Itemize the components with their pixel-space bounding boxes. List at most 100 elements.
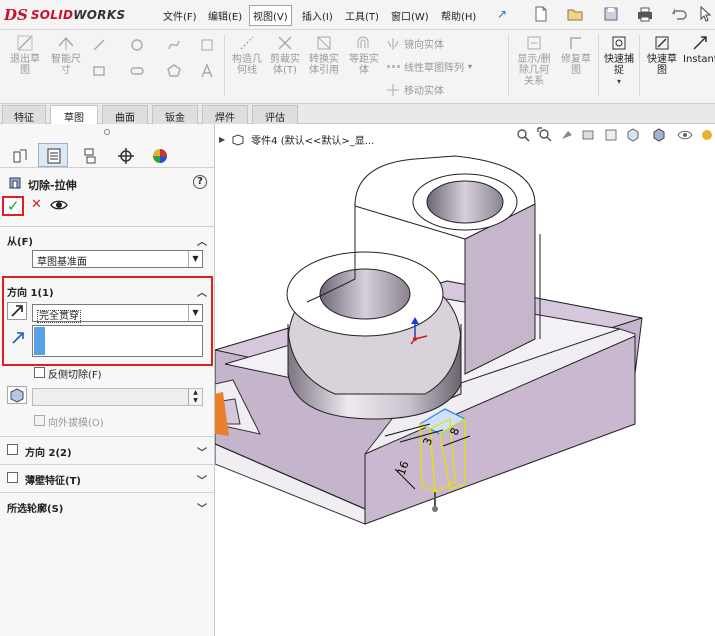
tab-surfaces[interactable]: 曲面 [102, 105, 148, 124]
ok-button[interactable]: ✓ [2, 196, 24, 216]
convert-entities-button[interactable]: 转换实 体引用 [304, 34, 344, 76]
chevron-down-icon: ▾ [468, 62, 473, 71]
selection-marker [34, 327, 45, 355]
preview-eye-icon[interactable] [50, 197, 68, 213]
separator [508, 34, 509, 96]
logo-prefix: DS [4, 6, 28, 24]
menu-insert[interactable]: 插入(I) [299, 7, 336, 24]
exit-sketch-icon [16, 34, 34, 52]
construction-geometry-icon [238, 34, 256, 52]
cancel-button[interactable]: ✕ [31, 197, 42, 212]
view-orientation-icon[interactable] [625, 127, 641, 143]
solidworks-window: DS SOLIDWORKS 文件(F) 编辑(E) 视图(V) 插入(I) 工具… [0, 0, 715, 636]
feature-tree-flyout[interactable]: ▶ 零件4 (默认<<默认>_显... [219, 132, 374, 147]
lower-hole [319, 268, 411, 320]
zoom-area-icon[interactable] [537, 127, 553, 143]
rapid-sketch-button[interactable]: 快速草 图 [642, 34, 682, 76]
from-start-condition-select[interactable]: 草图基准面 ▼ [32, 250, 203, 268]
expand-icon[interactable]: ▶ [219, 135, 225, 144]
mirror-icon [386, 37, 400, 51]
draft-icon [10, 388, 24, 403]
separator [639, 34, 640, 96]
graphics-area[interactable]: 16 3 8 ▶ 零件4 (默认<<默认>_显... [215, 124, 715, 636]
circle-icon[interactable] [130, 38, 144, 52]
mirror-entities-button[interactable]: 镜向实体 [386, 36, 444, 51]
move-entities-button[interactable]: 移动实体 [386, 82, 444, 97]
construction-geometry-button[interactable]: 构造几 何线 [227, 34, 267, 76]
selected-contours-group-header[interactable]: 所选轮廓(S) ﹀ [5, 497, 210, 515]
reverse-arrow-icon [11, 305, 23, 317]
menu-window[interactable]: 窗口(W) [388, 7, 432, 24]
tab-property-manager[interactable] [38, 143, 68, 167]
panel-grip[interactable] [104, 129, 110, 135]
property-icon [47, 148, 61, 164]
tab-sheet-metal[interactable]: 钣金 [152, 105, 198, 124]
tab-display-manager[interactable] [144, 143, 174, 167]
tab-feature-manager[interactable] [4, 143, 34, 167]
print-icon[interactable] [636, 5, 654, 23]
rectangle-icon[interactable] [92, 64, 106, 78]
smart-dimension-button[interactable]: 智能尺 寸 [46, 34, 86, 76]
draft-outward-checkbox[interactable] [34, 415, 45, 426]
zoom-to-fit-icon[interactable] [515, 127, 531, 143]
trim-entities-button[interactable]: 剪裁实 体(T) [265, 34, 305, 76]
pin-icon[interactable]: ↗ [497, 7, 507, 21]
reverse-direction-button[interactable] [7, 302, 27, 320]
open-icon[interactable] [566, 5, 584, 23]
tab-sketch[interactable]: 草图 [50, 105, 98, 125]
draft-angle-input[interactable]: ▲ ▼ [32, 388, 203, 406]
dynamic-annotation-icon[interactable] [603, 127, 619, 143]
offset-entities-button[interactable]: 等距实 体 [344, 34, 384, 76]
thin-feature-group-header[interactable]: 薄壁特征(T) ﹀ [5, 469, 210, 487]
linear-pattern-button[interactable]: 线性草图阵列 ▾ [386, 59, 472, 74]
thin-feature-checkbox[interactable] [7, 472, 18, 483]
section-view-icon[interactable] [581, 127, 597, 143]
offset-entities-icon [355, 34, 373, 52]
menu-view[interactable]: 视图(V) [249, 5, 292, 26]
repair-sketch-button[interactable]: 修复草 图 [556, 34, 596, 76]
undo-icon[interactable] [670, 5, 688, 23]
direction1-group-header[interactable]: 方向 1(1) ︿ [5, 281, 210, 299]
tab-configuration-manager[interactable] [74, 143, 104, 167]
line-icon[interactable] [92, 38, 106, 52]
direction2-group-header[interactable]: 方向 2(2) ﹀ [5, 441, 210, 459]
appearance-icon [153, 149, 167, 163]
part-model[interactable]: 16 3 8 [215, 124, 715, 636]
tab-evaluate[interactable]: 评估 [252, 105, 298, 124]
display-relations-button[interactable]: 显示/删 除几何 关系 [511, 34, 557, 87]
previous-view-icon[interactable] [559, 127, 575, 143]
menu-tools[interactable]: 工具(T) [342, 7, 382, 24]
display-style-icon[interactable] [651, 127, 667, 143]
exit-sketch-button[interactable]: 退出草 图 [5, 34, 45, 76]
direction2-checkbox[interactable] [7, 444, 18, 455]
hide-show-items-icon[interactable] [677, 127, 693, 143]
feature-title-row: 切除-拉伸 ? [6, 174, 211, 192]
rapid-sketch-icon [653, 34, 671, 52]
chevron-down-icon: ▼ [188, 251, 202, 267]
menu-help[interactable]: 帮助(H) [438, 7, 479, 24]
separator [224, 34, 225, 96]
tab-weldments[interactable]: 焊件 [202, 105, 248, 124]
tab-dimxpert[interactable] [110, 143, 140, 167]
save-icon[interactable] [602, 5, 620, 23]
menu-edit[interactable]: 编辑(E) [205, 7, 245, 24]
flip-side-checkbox[interactable] [34, 367, 45, 378]
sketch-fillet-icon[interactable] [200, 38, 214, 52]
direction-selection-box[interactable] [32, 325, 203, 357]
polygon-icon[interactable] [167, 64, 181, 78]
upper-hole [426, 180, 504, 224]
help-icon[interactable]: ? [193, 175, 207, 189]
slot-icon[interactable] [130, 64, 144, 78]
instant2d-button[interactable]: Instant2 [683, 34, 715, 65]
spline-icon[interactable] [167, 38, 181, 52]
text-icon[interactable] [200, 63, 214, 78]
menu-file[interactable]: 文件(F) [160, 7, 200, 24]
edit-appearance-icon[interactable] [699, 127, 715, 143]
quick-snaps-button[interactable]: 快速捕 捉 ▾ [599, 34, 639, 87]
from-group-header[interactable]: 从(F) ︿ [5, 230, 210, 248]
new-document-icon[interactable] [532, 5, 550, 23]
select-icon[interactable] [697, 5, 715, 23]
end-condition-select[interactable]: 完全贯穿 ▼ [32, 304, 203, 323]
draft-button[interactable] [7, 386, 27, 404]
tab-features[interactable]: 特征 [2, 105, 46, 124]
